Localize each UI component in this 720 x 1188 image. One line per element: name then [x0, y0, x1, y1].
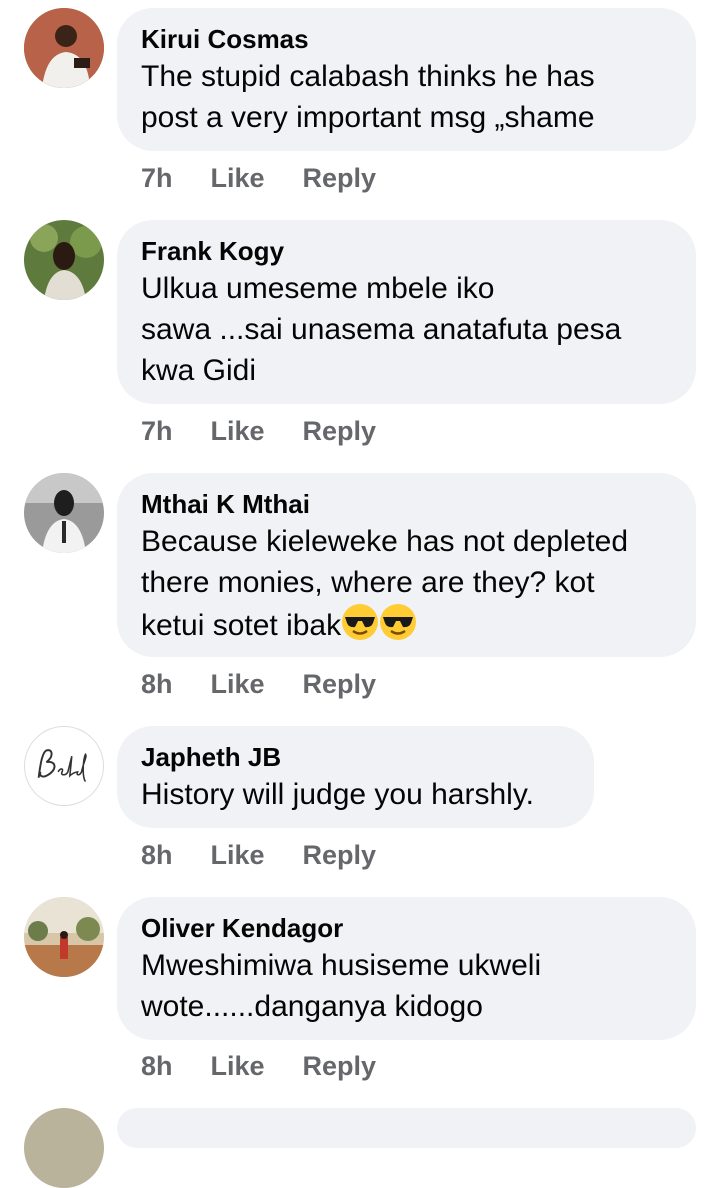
- reply-button[interactable]: Reply: [303, 416, 377, 447]
- comment-text-line: there monies, where are they? kot: [141, 566, 595, 599]
- comment-text-line: Ulkua umeseme mbele iko: [141, 272, 495, 305]
- comment-text-line: Because kieleweke has not depleted: [141, 525, 629, 558]
- comment-time[interactable]: 8h: [141, 1051, 173, 1082]
- comment-text-line: kwa Gidi: [141, 354, 257, 387]
- comment-text-line-with-emoji: ketui sotet ibak: [141, 603, 672, 646]
- like-button[interactable]: Like: [211, 840, 265, 871]
- avatar[interactable]: [24, 8, 104, 88]
- avatar[interactable]: [24, 726, 104, 806]
- comment-text-line: wote......danganya kidogo: [141, 990, 483, 1023]
- comment-author[interactable]: Frank Kogy: [141, 234, 672, 268]
- comment-bubble: [117, 1108, 696, 1148]
- comment-actions: 7h Like Reply: [141, 163, 414, 194]
- like-button[interactable]: Like: [211, 1051, 265, 1082]
- comment-actions: 7h Like Reply: [141, 416, 414, 447]
- comment-author[interactable]: Oliver Kendagor: [141, 911, 672, 945]
- comment-text-line: The stupid calabash thinks he has: [141, 60, 595, 93]
- reply-button[interactable]: Reply: [303, 669, 377, 700]
- comment-bubble: Mthai K Mthai Because kieleweke has not …: [117, 473, 696, 657]
- avatar-photo-icon: [24, 473, 104, 553]
- comment-text-line: sawa ...sai unasema anatafuta pesa: [141, 313, 622, 346]
- comment-text-line: History will judge you harshly.: [141, 778, 534, 811]
- reply-button[interactable]: Reply: [303, 163, 377, 194]
- comment-text-segment: ketui sotet ibak: [141, 609, 342, 642]
- comment-author[interactable]: Kirui Cosmas: [141, 22, 672, 56]
- reply-button[interactable]: Reply: [303, 1051, 377, 1082]
- comment-time[interactable]: 8h: [141, 669, 173, 700]
- comment-bubble: Oliver Kendagor Mweshimiwa husiseme ukwe…: [117, 897, 696, 1040]
- comment-author[interactable]: Japheth JB: [141, 740, 570, 774]
- comment-text-line: Mweshimiwa husiseme ukweli: [141, 949, 542, 982]
- like-button[interactable]: Like: [211, 416, 265, 447]
- avatar-photo-icon: [24, 897, 104, 977]
- avatar-photo-icon: [24, 220, 104, 300]
- comment-time[interactable]: 7h: [141, 416, 173, 447]
- like-button[interactable]: Like: [211, 163, 265, 194]
- sunglasses-emoji-icon: [342, 604, 379, 640]
- comment-bubble: Frank Kogy Ulkua umeseme mbele iko sawa …: [117, 220, 696, 404]
- avatar[interactable]: [24, 897, 104, 977]
- sunglasses-emoji-icon: [380, 604, 417, 640]
- comment-actions: 8h Like Reply: [141, 1051, 414, 1082]
- avatar[interactable]: [24, 1108, 104, 1188]
- comment-actions: 8h Like Reply: [141, 840, 414, 871]
- comment-time[interactable]: 7h: [141, 163, 173, 194]
- comment-actions: 8h Like Reply: [141, 669, 414, 700]
- comment-time[interactable]: 8h: [141, 840, 173, 871]
- reply-button[interactable]: Reply: [303, 840, 377, 871]
- comment-bubble: Japheth JB History will judge you harshl…: [117, 726, 594, 828]
- like-button[interactable]: Like: [211, 669, 265, 700]
- comment-bubble: Kirui Cosmas The stupid calabash thinks …: [117, 8, 696, 151]
- avatar[interactable]: [24, 473, 104, 553]
- avatar[interactable]: [24, 220, 104, 300]
- comment-text-line: post a very important msg „shame: [141, 101, 595, 134]
- comment-author[interactable]: Mthai K Mthai: [141, 487, 672, 521]
- belief-logo-icon: [37, 749, 87, 783]
- avatar-photo-icon: [24, 8, 104, 88]
